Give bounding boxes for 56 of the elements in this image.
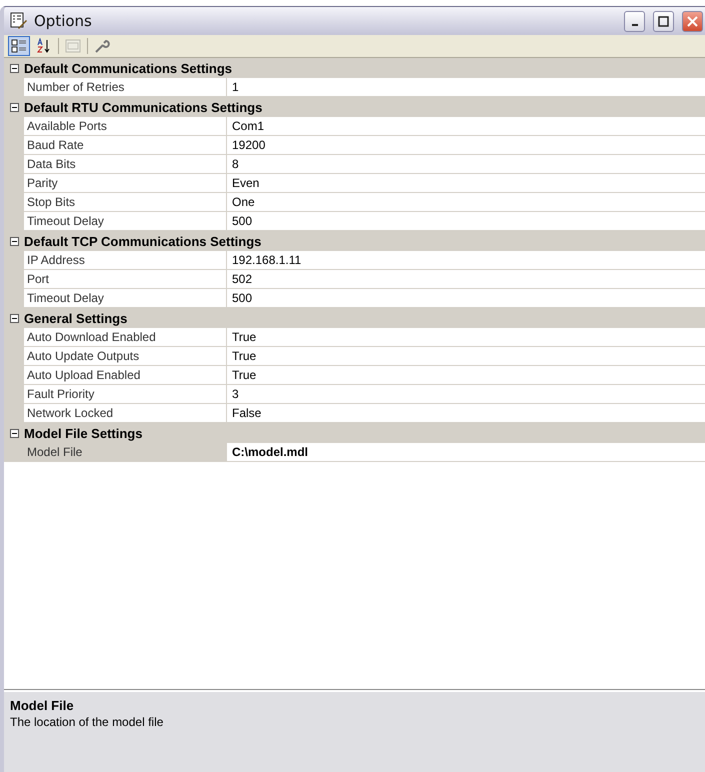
window-title: Options <box>34 12 93 30</box>
wrench-icon <box>94 38 110 54</box>
property-value[interactable]: Com1 <box>227 117 705 136</box>
property-pages-icon <box>65 39 81 53</box>
minimize-icon <box>632 24 638 26</box>
maximize-button[interactable] <box>653 10 674 32</box>
property-value[interactable]: 19200 <box>227 136 705 155</box>
property-name[interactable]: Port <box>24 270 227 289</box>
collapse-icon[interactable] <box>10 236 18 246</box>
property-name[interactable]: Timeout Delay <box>24 212 227 231</box>
property-value[interactable]: False <box>227 404 705 423</box>
property-value[interactable]: 500 <box>227 212 705 231</box>
collapse-icon[interactable] <box>10 428 18 438</box>
close-button[interactable] <box>682 10 703 32</box>
minimize-button[interactable] <box>624 10 645 32</box>
property-name[interactable]: Parity <box>24 174 227 193</box>
maximize-icon <box>658 16 669 26</box>
property-name[interactable]: IP Address <box>24 251 227 270</box>
collapse-icon[interactable] <box>10 314 18 322</box>
property-name[interactable]: Auto Upload Enabled <box>24 366 227 385</box>
description-title: Model File <box>10 698 75 713</box>
property-value[interactable]: C:\model.mdl <box>227 443 705 462</box>
options-app-icon <box>10 12 28 30</box>
categorized-view-icon <box>11 38 27 54</box>
property-value[interactable]: True <box>227 366 705 385</box>
category-header: Default RTU Communications Settings <box>24 100 262 114</box>
property-value[interactable]: True <box>227 347 705 366</box>
description-text: The location of the model file <box>10 715 164 729</box>
category-header: Model File Settings <box>24 426 142 440</box>
category-header: Default TCP Communications Settings <box>24 234 262 248</box>
property-name[interactable]: Available Ports <box>24 117 227 136</box>
property-value[interactable]: 3 <box>227 385 705 404</box>
category-header: Default Communications Settings <box>24 60 232 76</box>
property-name[interactable]: Auto Download Enabled <box>24 328 227 347</box>
category-header: General Settings <box>24 310 128 326</box>
collapse-icon[interactable] <box>10 102 18 112</box>
property-name[interactable]: Data Bits <box>24 155 227 174</box>
property-name[interactable]: Network Locked <box>24 404 227 423</box>
close-icon <box>687 16 698 26</box>
property-name[interactable]: Timeout Delay <box>24 289 227 308</box>
property-value[interactable]: Even <box>227 174 705 193</box>
property-name[interactable]: Auto Update Outputs <box>24 347 227 366</box>
property-value[interactable]: True <box>227 328 705 347</box>
property-name[interactable]: Number of Retries <box>24 78 227 97</box>
property-value[interactable]: 502 <box>227 270 705 289</box>
property-value[interactable]: 500 <box>227 289 705 308</box>
collapse-icon[interactable] <box>10 64 18 72</box>
property-value[interactable]: 192.168.1.11 <box>227 251 705 270</box>
property-name[interactable]: Stop Bits <box>24 193 227 212</box>
property-name[interactable]: Baud Rate <box>24 136 227 155</box>
property-value[interactable]: 1 <box>227 78 705 97</box>
property-name[interactable]: Fault Priority <box>24 385 227 404</box>
property-value[interactable]: 8 <box>227 155 705 174</box>
categorized-button[interactable] <box>8 36 30 56</box>
property-value[interactable]: One <box>227 193 705 212</box>
sort-az-icon <box>36 38 52 54</box>
